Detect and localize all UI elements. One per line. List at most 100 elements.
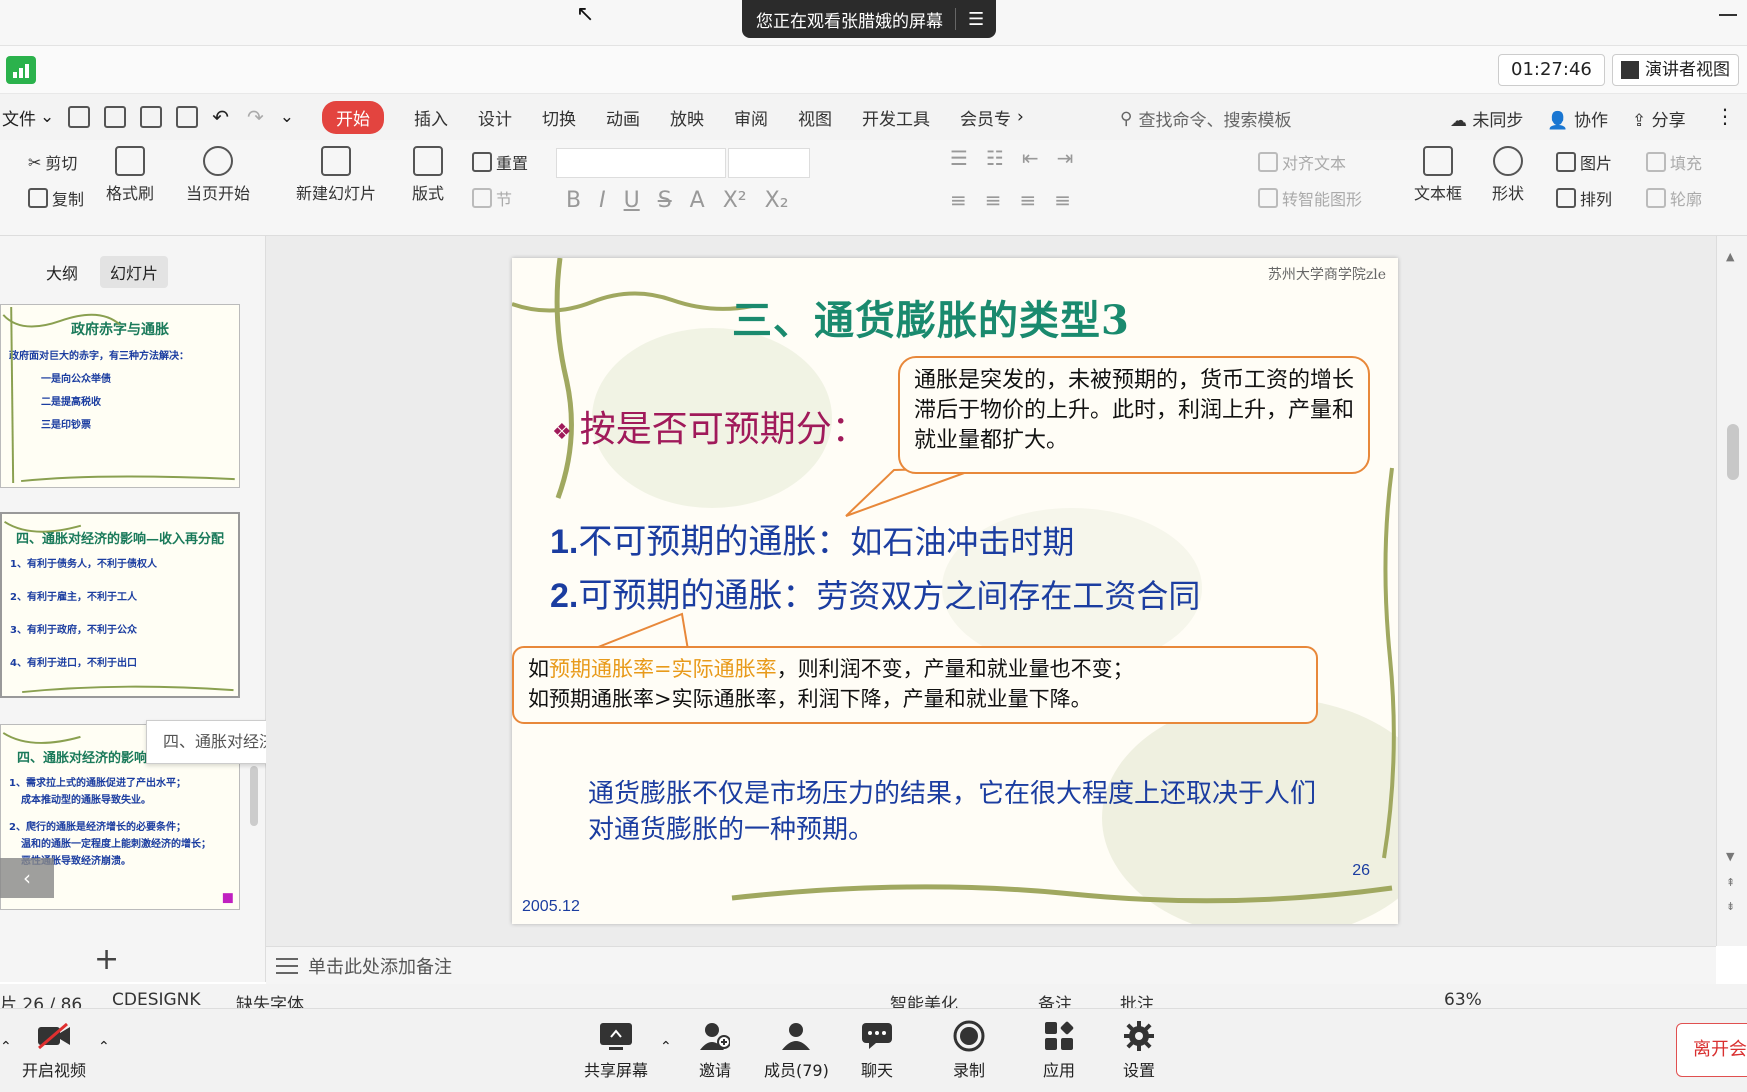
save-icon[interactable] — [68, 106, 91, 128]
leave-meeting-button[interactable]: 离开会 — [1676, 1023, 1747, 1077]
outline-button[interactable]: 轮廓 — [1646, 186, 1702, 210]
chat-button[interactable]: 聊天 — [860, 1021, 894, 1081]
tab-slideshow[interactable]: 放映 — [670, 105, 704, 130]
command-search[interactable]: ⚲ 查找命令、搜索模板 — [1120, 106, 1291, 132]
tab-outline[interactable]: 大纲 — [36, 256, 88, 288]
align-center-icon[interactable]: ≡ — [985, 188, 1002, 212]
more-options-icon[interactable]: ⋮ — [1715, 104, 1735, 128]
smart-shape-button[interactable]: 转智能图形 — [1258, 186, 1362, 210]
list-item-expected: 2.可预期的通胀：劳资双方之间存在工资合同 — [550, 576, 1201, 616]
record-button[interactable]: 录制 — [952, 1020, 986, 1081]
section-button[interactable]: 节 — [472, 186, 512, 210]
search-icon: ⚲ — [1120, 108, 1133, 129]
scroll-up-icon[interactable]: ▲ — [1726, 250, 1734, 263]
layout-button[interactable]: 版式 — [412, 146, 444, 204]
decrease-indent-icon[interactable]: ⇤ — [1022, 146, 1039, 170]
increase-indent-icon[interactable]: ⇥ — [1057, 146, 1074, 170]
add-slide-button[interactable]: + — [94, 942, 119, 977]
slide-page-number: 26 — [1352, 862, 1370, 879]
members-button[interactable]: 成员(79) — [764, 1021, 829, 1081]
missing-font-button[interactable]: 缺失字体 — [236, 990, 304, 1008]
collapse-panel-button[interactable]: ‹ — [0, 858, 54, 898]
fill-button[interactable]: 填充 — [1646, 150, 1702, 174]
font-family-select[interactable] — [556, 148, 726, 178]
align-text-button[interactable]: 对齐文本 — [1258, 150, 1346, 174]
chevron-up-icon[interactable]: ⌃ — [660, 1039, 672, 1055]
share-screen-button[interactable]: 共享屏幕 — [584, 1021, 648, 1081]
notes-toggle[interactable]: 备注 — [1038, 990, 1072, 1008]
sync-status[interactable]: ☁ 未同步 — [1450, 106, 1523, 131]
scrollbar-thumb[interactable] — [1727, 424, 1739, 480]
comment-toggle[interactable]: 批注 — [1120, 990, 1154, 1008]
text-format-group: B I U S A X² X₂ — [566, 188, 789, 213]
record-icon — [952, 1020, 986, 1052]
theme-name[interactable]: CDESIGNK — [112, 990, 201, 1008]
bold-icon[interactable]: B — [566, 188, 581, 213]
slide-thumbnail[interactable]: 政府赤字与通胀 政府面对巨大的赤字，有三种方法解决： 一是向公众举债 二是提高税… — [0, 304, 240, 488]
play-from-current-button[interactable]: 当页开始 — [186, 146, 250, 204]
chevron-right-icon[interactable]: › — [1017, 107, 1024, 127]
minimize-icon[interactable] — [1719, 14, 1737, 16]
video-button[interactable]: 开启视频 — [22, 1021, 86, 1081]
align-right-icon[interactable]: ≡ — [1020, 188, 1037, 212]
share-banner[interactable]: 您正在观看张腊娥的屏幕 ☰ — [742, 0, 997, 38]
underline-icon[interactable]: U — [624, 188, 640, 213]
apps-button[interactable]: 应用 — [1042, 1021, 1076, 1081]
subscript-icon[interactable]: X₂ — [765, 188, 789, 213]
numbered-list-icon[interactable]: ☷ — [986, 146, 1004, 170]
new-slide-button[interactable]: 新建幻灯片 — [296, 146, 376, 204]
tab-home[interactable]: 开始 — [322, 100, 385, 134]
tab-developer[interactable]: 开发工具 — [862, 105, 930, 130]
tab-animation[interactable]: 动画 — [606, 105, 640, 130]
tab-slides[interactable]: 幻灯片 — [100, 256, 169, 288]
tab-member[interactable]: 会员专 — [960, 105, 1011, 130]
chevron-up-icon[interactable]: ⌃ — [0, 1039, 12, 1055]
reset-button[interactable]: 重置 — [472, 150, 528, 174]
tab-review[interactable]: 审阅 — [734, 105, 768, 130]
menu-icon[interactable]: ☰ — [968, 9, 984, 30]
file-menu[interactable]: 文件 ⌄ — [2, 105, 54, 130]
italic-icon[interactable]: I — [599, 188, 606, 213]
undo-icon[interactable]: ↶ — [212, 105, 229, 129]
align-left-icon[interactable]: ≡ — [950, 188, 967, 212]
redo-icon[interactable]: ↷ — [247, 105, 264, 129]
print-icon[interactable] — [140, 106, 163, 128]
scroll-down-icon[interactable]: ▼ — [1726, 850, 1734, 863]
bullet-list-icon[interactable]: ☰ — [950, 146, 968, 170]
share-button[interactable]: ⇪ 分享 — [1632, 106, 1686, 131]
settings-button[interactable]: 设置 — [1122, 1021, 1156, 1081]
print-preview-icon[interactable] — [176, 106, 199, 128]
export-pdf-icon[interactable] — [104, 106, 127, 128]
chevron-up-icon[interactable]: ⌃ — [98, 1039, 110, 1055]
customize-icon[interactable]: ⌄ — [280, 107, 294, 127]
signal-strength-icon[interactable] — [6, 56, 36, 84]
speaker-notes-area[interactable]: 单击此处添加备注 — [266, 946, 1716, 984]
font-color-icon[interactable]: A — [690, 188, 705, 213]
tab-transition[interactable]: 切换 — [542, 105, 576, 130]
tab-design[interactable]: 设计 — [478, 105, 512, 130]
tab-view[interactable]: 视图 — [798, 105, 832, 130]
copy-button[interactable]: 复制 — [28, 186, 84, 210]
presenter-view-button[interactable]: 演讲者视图 — [1612, 54, 1739, 86]
strikethrough-icon[interactable]: S — [658, 188, 672, 213]
format-painter-button[interactable]: 格式刷 — [106, 146, 154, 204]
smart-beautify-button[interactable]: 智能美化 — [890, 990, 958, 1008]
cut-button[interactable]: ✂ 剪切 — [28, 150, 77, 174]
tab-insert[interactable]: 插入 — [414, 105, 448, 130]
shape-button[interactable]: 形状 — [1492, 146, 1524, 204]
slide-thumbnail-current[interactable]: 四、通胀对经济的影响—收入再分配 1、有利于债务人，不利于债权人 2、有利于雇主… — [0, 512, 240, 698]
justify-icon[interactable]: ≡ — [1054, 188, 1071, 212]
panel-scrollbar[interactable] — [250, 766, 258, 826]
picture-button[interactable]: 图片 — [1556, 150, 1612, 174]
textbox-button[interactable]: 文本框 — [1414, 146, 1462, 204]
next-slide-icon[interactable]: ⇟ — [1726, 900, 1735, 913]
font-size-select[interactable] — [728, 148, 810, 178]
arrange-button[interactable]: 排列 — [1556, 186, 1612, 210]
vertical-scrollbar[interactable]: ▲ ▼ ⇞ ⇟ — [1716, 236, 1747, 946]
previous-slide-icon[interactable]: ⇞ — [1726, 876, 1735, 889]
zoom-level[interactable]: 63% — [1444, 990, 1482, 1008]
current-slide[interactable]: 苏州大学商学院zle 三、通货膨胀的类型3 ❖ 按是否可预期分： 通胀是突发的，未… — [512, 258, 1398, 924]
superscript-icon[interactable]: X² — [723, 188, 747, 213]
collaborate-button[interactable]: 👤 协作 — [1547, 106, 1608, 131]
invite-button[interactable]: 邀请 — [698, 1021, 732, 1081]
